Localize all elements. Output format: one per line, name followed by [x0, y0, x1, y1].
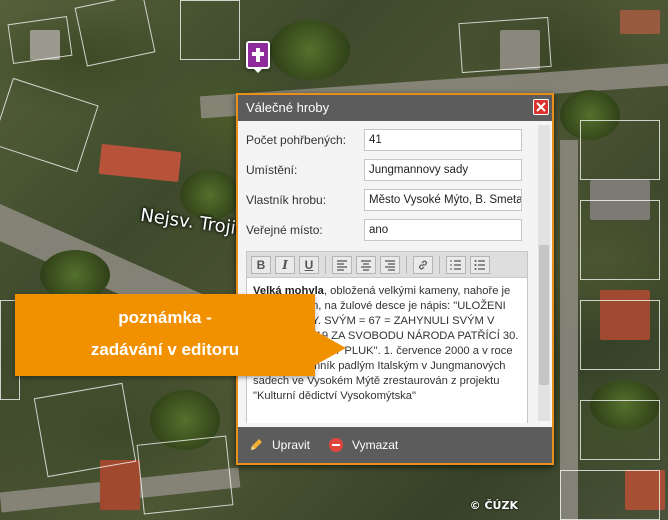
- align-center-icon: [361, 259, 371, 271]
- edit-label: Upravit: [272, 438, 311, 452]
- field-row-burials: Počet pohřbených: 41: [246, 125, 538, 155]
- callout-line-1: poznámka -: [118, 308, 212, 327]
- field-label: Veřejné místo:: [246, 223, 323, 237]
- burials-count-field[interactable]: 41: [364, 129, 522, 151]
- popup-body: Počet pohřbených: 41 Umístění: Jungmanno…: [238, 121, 538, 423]
- close-icon: [536, 102, 546, 112]
- field-row-location: Umístění: Jungmannovy sady: [246, 155, 538, 185]
- war-graves-popup: Válečné hroby Počet pohřbených: 41 Umíst…: [236, 93, 554, 465]
- field-label: Vlastník hrobu:: [246, 193, 327, 207]
- grave-marker-icon[interactable]: [246, 41, 270, 69]
- parcel-outline: [580, 200, 660, 280]
- scroll-thumb[interactable]: [539, 245, 549, 385]
- parcel-outline: [580, 120, 660, 180]
- parcel-outline: [0, 77, 99, 173]
- ordered-list-button[interactable]: [446, 255, 466, 274]
- parcel-outline: [580, 300, 660, 370]
- popup-header: Válečné hroby: [238, 95, 552, 121]
- parcel-outline: [458, 16, 552, 74]
- field-row-public: Veřejné místo: ano: [246, 215, 538, 245]
- bullet-list-button[interactable]: [470, 255, 490, 274]
- align-left-button[interactable]: [332, 255, 352, 274]
- annotation-callout: poznámka - zadávání v editoru: [15, 294, 315, 376]
- callout-line-2: zadávání v editoru: [90, 340, 240, 359]
- link-button[interactable]: [413, 255, 433, 274]
- ordered-list-icon: [450, 259, 461, 270]
- public-place-field[interactable]: ano: [364, 219, 522, 241]
- building-roof: [98, 143, 182, 183]
- owner-field[interactable]: Město Vysoké Mýto, B. Smetany: [364, 189, 522, 211]
- parcel-outline: [33, 382, 137, 478]
- popup-footer: Upravit Vymazat: [238, 427, 552, 463]
- map-road: [560, 140, 578, 520]
- close-button[interactable]: [533, 99, 549, 115]
- delete-label: Vymazat: [352, 438, 399, 452]
- bold-button[interactable]: B: [251, 255, 271, 274]
- edit-button[interactable]: Upravit: [248, 437, 310, 453]
- building-roof: [100, 460, 140, 510]
- pencil-icon: [251, 439, 262, 450]
- field-label: Počet pohřbených:: [246, 133, 347, 147]
- toolbar-divider: [406, 255, 407, 274]
- bullet-list-icon: [474, 259, 485, 270]
- parcel-outline: [580, 400, 660, 460]
- location-field[interactable]: Jungmannovy sady: [364, 159, 522, 181]
- parcel-outline: [7, 16, 73, 64]
- parcel-outline: [180, 0, 240, 60]
- tree: [40, 250, 110, 300]
- building-roof: [620, 10, 660, 34]
- parcel-outline: [74, 0, 156, 67]
- delete-icon: [329, 438, 344, 452]
- link-icon: [419, 260, 427, 269]
- align-right-button[interactable]: [380, 255, 400, 274]
- popup-scrollbar[interactable]: [538, 125, 550, 421]
- align-right-icon: [385, 259, 395, 271]
- marker-pointer: [252, 67, 264, 73]
- delete-button[interactable]: Vymazat: [328, 437, 398, 453]
- align-left-icon: [337, 259, 347, 271]
- italic-button[interactable]: I: [275, 255, 295, 274]
- popup-title: Válečné hroby: [246, 100, 330, 115]
- toolbar-divider: [439, 255, 440, 274]
- map-copyright: © ČÚZK: [469, 499, 518, 512]
- field-label: Umístění:: [246, 163, 298, 177]
- parcel-outline: [560, 470, 660, 520]
- editor-toolbar: B I U: [247, 252, 527, 278]
- underline-button[interactable]: U: [299, 255, 319, 274]
- align-center-button[interactable]: [356, 255, 376, 274]
- parcel-outline: [136, 435, 234, 515]
- tree: [270, 20, 350, 80]
- toolbar-divider: [325, 255, 326, 274]
- field-row-owner: Vlastník hrobu: Město Vysoké Mýto, B. Sm…: [246, 185, 538, 215]
- callout-arrow: [310, 328, 346, 368]
